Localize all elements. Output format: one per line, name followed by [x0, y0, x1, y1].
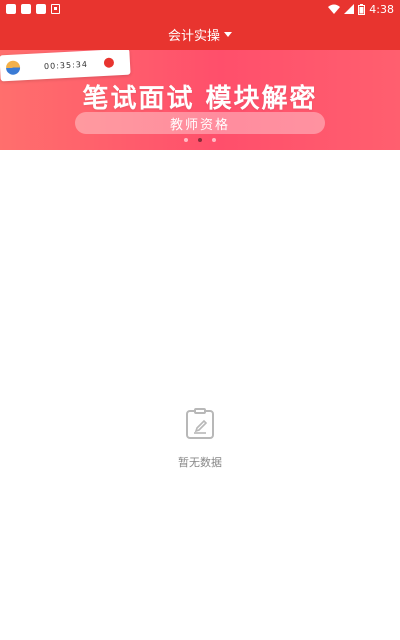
wifi-icon: [328, 4, 341, 14]
notification-icon: [6, 4, 16, 14]
banner-headline: 笔试面试 模块解密: [82, 84, 318, 114]
app-header: 会计实操: [0, 18, 400, 50]
notepad-pen-icon: [186, 408, 214, 439]
carousel-indicator: [0, 138, 400, 142]
empty-state: 暂无数据: [0, 408, 400, 470]
avatar-icon: [5, 60, 21, 76]
status-bar: 4:38: [0, 0, 400, 18]
caret-down-icon: [224, 31, 232, 37]
app-notification-icon: [51, 4, 60, 14]
empty-state-text: 暂无数据: [178, 456, 222, 469]
carousel-dot[interactable]: [212, 138, 216, 142]
notification-icon: [21, 4, 31, 14]
banner-timer: 00:35:34: [43, 59, 89, 71]
carousel-dot-active[interactable]: [198, 138, 202, 142]
banner-pill: 教师资格: [75, 112, 325, 134]
carousel-dot[interactable]: [184, 138, 188, 142]
promo-banner[interactable]: 00:35:34 笔试面试 模块解密 教师资格: [0, 50, 400, 150]
notification-icon: [36, 4, 46, 14]
battery-icon: [358, 3, 366, 15]
signal-icon: [344, 4, 355, 14]
category-dropdown[interactable]: 会计实操: [168, 25, 232, 44]
banner-timer-card: 00:35:34: [0, 50, 131, 82]
system-icons: 4:38: [328, 3, 394, 16]
badge-icon: [103, 57, 115, 68]
page-title: 会计实操: [167, 28, 220, 44]
notification-icons: [6, 4, 60, 14]
clock: 4:38: [369, 2, 394, 16]
